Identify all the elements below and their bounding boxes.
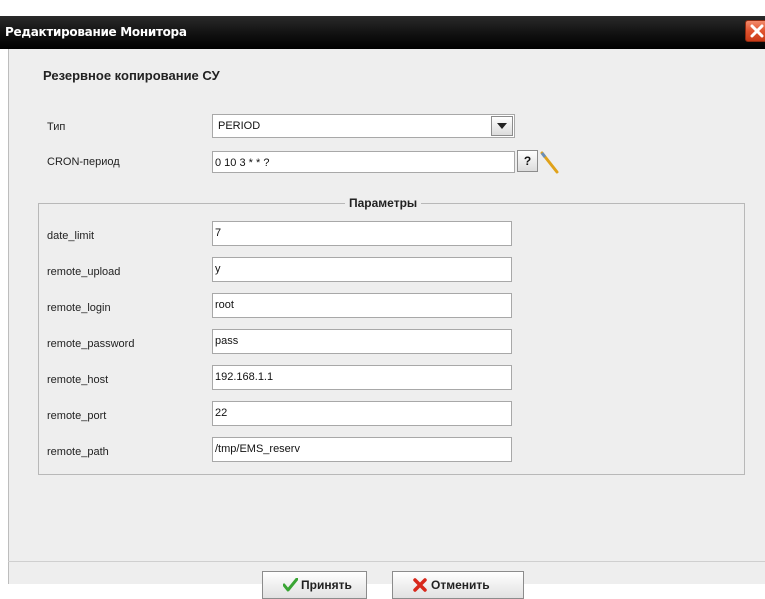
cron-help-button[interactable]: ? (517, 150, 538, 172)
param-label: remote_password (47, 338, 135, 350)
param-label: remote_path (47, 446, 109, 458)
type-select-value: PERIOD (218, 120, 261, 132)
title-bar[interactable]: Редактирование Монитора (0, 16, 765, 49)
param-label: date_limit (47, 230, 95, 242)
type-label: Тип (47, 121, 66, 133)
param-field[interactable]: 22 (212, 401, 512, 426)
param-label: remote_host (47, 374, 109, 386)
param-field[interactable]: 7 (212, 221, 512, 246)
section-title: Резервное копирование СУ (43, 68, 220, 83)
cancel-button-label: Отменить (431, 578, 490, 592)
dialog-window: Редактирование Монитора Резервное копиро… (0, 0, 765, 599)
param-field[interactable]: y (212, 257, 512, 282)
param-field[interactable]: pass (212, 329, 512, 354)
x-mark-icon (413, 578, 427, 592)
close-button[interactable] (745, 20, 765, 42)
cancel-button[interactable]: Отменить (392, 571, 524, 599)
cron-edit-button[interactable] (539, 150, 560, 175)
checkmark-icon (283, 578, 298, 592)
accept-button[interactable]: Принять (262, 571, 367, 599)
close-icon (750, 24, 764, 38)
chevron-down-icon (497, 123, 507, 129)
window-title: Редактирование Монитора (5, 25, 187, 39)
type-select[interactable]: PERIOD (212, 114, 515, 138)
cron-field[interactable]: 0 10 3 * * ? (212, 151, 515, 173)
accept-button-label: Принять (301, 578, 352, 592)
cron-label: CRON-период (47, 156, 120, 168)
parameters-title: Параметры (345, 196, 422, 210)
param-label: remote_login (47, 302, 111, 314)
footer-divider (8, 561, 765, 562)
param-label: remote_upload (47, 266, 121, 278)
param-label: remote_port (47, 410, 107, 422)
param-field[interactable]: 192.168.1.1 (212, 365, 512, 390)
pencil-icon (540, 151, 559, 174)
param-field[interactable]: /tmp/EMS_reserv (212, 437, 512, 462)
param-field[interactable]: root (212, 293, 512, 318)
type-dropdown-button[interactable] (491, 116, 513, 136)
